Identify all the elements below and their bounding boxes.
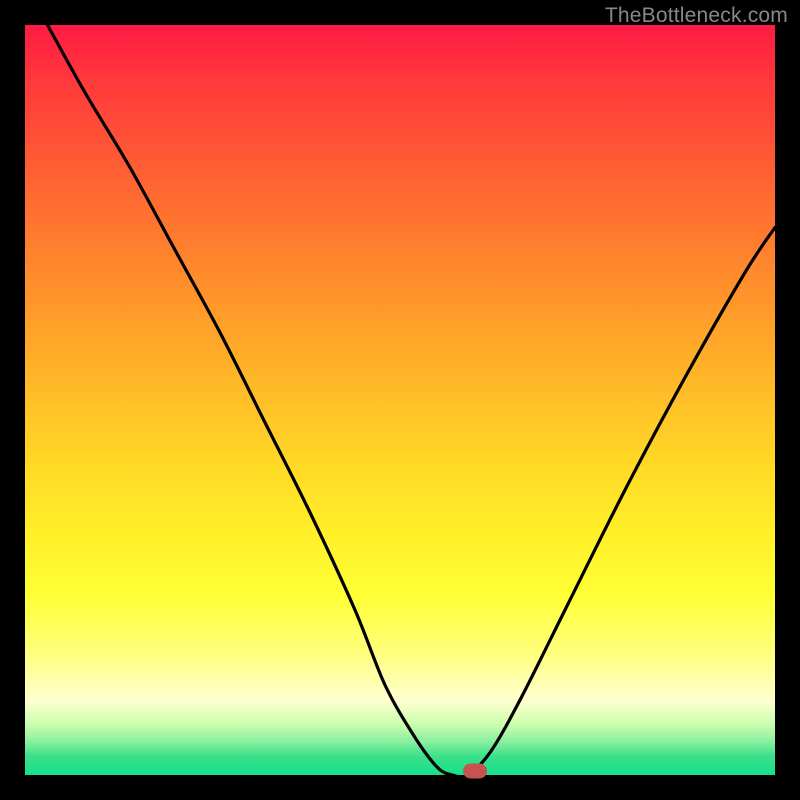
watermark-text: TheBottleneck.com [605, 4, 788, 28]
optimum-marker [463, 764, 487, 779]
plot-area [25, 25, 775, 775]
bottleneck-curve [25, 25, 775, 775]
frame: TheBottleneck.com [0, 0, 800, 800]
